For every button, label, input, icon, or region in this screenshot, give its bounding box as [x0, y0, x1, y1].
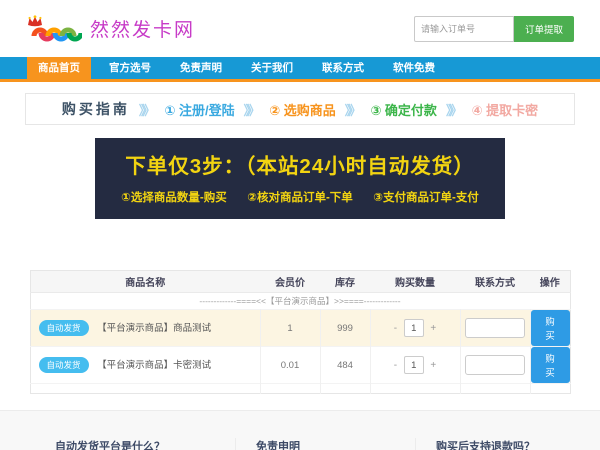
- top-header: 然然发卡网 订单提取: [0, 0, 600, 57]
- header-contact: 联系方式: [460, 271, 530, 293]
- buy-button[interactable]: 购买: [531, 347, 570, 383]
- quantity-decrease-button[interactable]: -: [390, 360, 401, 371]
- main-nav: 商品首页 官方选号 免责声明 关于我们 联系方式 软件免费: [0, 57, 600, 82]
- banner-headline: 下单仅3步：（本站24小时自动发货）: [95, 149, 505, 179]
- chevron-icon: 》》: [345, 100, 362, 119]
- nav-item-contact[interactable]: 联系方式: [311, 57, 375, 79]
- guide-step-register: ① 注册/登陆: [164, 100, 234, 119]
- chevron-icon: 》》: [446, 100, 463, 119]
- product-table: 商品名称 会员价 库存 购买数量 联系方式 操作 -------------==…: [30, 270, 571, 394]
- header-action: 操作: [530, 271, 570, 293]
- quantity-decrease-button[interactable]: -: [390, 323, 401, 334]
- header-member-price: 会员价: [260, 271, 320, 293]
- banner-step-3: ③支付商品订单-支付: [373, 192, 479, 204]
- promo-banner: 下单仅3步：（本站24小时自动发货） ①选择商品数量-购买 ②核对商品订单-下单…: [95, 138, 505, 219]
- order-number-input[interactable]: [414, 16, 514, 42]
- header-stock: 库存: [320, 271, 370, 293]
- category-row: -------------====<<【平台演示商品】>>====-------…: [30, 293, 570, 310]
- footer-col-refund: 购买后支持退款吗？ 到目前为止，市面上任何一家虚拟商品购买平台都不 支持退款政策…: [415, 438, 575, 450]
- empty-row: [30, 384, 570, 394]
- site-title: 然然发卡网: [90, 15, 195, 42]
- footer: 自动发货平台是什么？ 自动发货平台是一个自动售卖的平台，旨在为各工作 室以及广大…: [0, 410, 600, 450]
- quantity-input[interactable]: [404, 356, 424, 374]
- site-logo[interactable]: 然然发卡网: [26, 15, 195, 43]
- buy-button[interactable]: 购买: [531, 310, 570, 346]
- auto-delivery-badge: 自动发货: [39, 320, 89, 336]
- quantity-increase-button[interactable]: +: [426, 360, 440, 371]
- footer-col-disclaimer: 免责申明 请您购得卡密以后，不要用作任何违法途径，或者用 作不法犯罪活动，本公司…: [235, 438, 395, 450]
- nav-item-home[interactable]: 商品首页: [27, 57, 91, 79]
- page: 然然发卡网 订单提取 商品首页 官方选号 免责声明 关于我们 联系方式 软件免费…: [0, 0, 600, 450]
- order-extract-button[interactable]: 订单提取: [514, 16, 574, 42]
- contact-input[interactable]: [465, 355, 525, 375]
- nav-item-disclaimer[interactable]: 免责声明: [169, 57, 233, 79]
- header-product-name: 商品名称: [30, 271, 260, 293]
- guide-title: 购买指南: [62, 99, 130, 119]
- quantity-increase-button[interactable]: +: [426, 323, 440, 334]
- chevron-icon: 》》: [244, 100, 261, 119]
- purchase-guide: 购买指南 》》 ① 注册/登陆 》》 ② 选购商品 》》 ③ 确定付款 》》 ④…: [25, 93, 575, 125]
- table-header-row: 商品名称 会员价 库存 购买数量 联系方式 操作: [30, 271, 570, 293]
- member-price: 1: [260, 310, 320, 347]
- product-row: 自动发货 【平台演示商品】商品测试 1 999 - + 购买: [30, 310, 570, 347]
- product-name: 【平台演示商品】卡密测试: [97, 360, 211, 371]
- contact-input[interactable]: [465, 318, 525, 338]
- stock-count: 484: [320, 347, 370, 384]
- stock-count: 999: [320, 310, 370, 347]
- banner-step-2: ②核对商品订单-下单: [247, 192, 353, 204]
- order-search: 订单提取: [414, 16, 574, 42]
- banner-steps: ①选择商品数量-购买 ②核对商品订单-下单 ③支付商品订单-支付: [95, 188, 505, 206]
- nav-item-software[interactable]: 软件免费: [382, 57, 446, 79]
- footer-col-what-is: 自动发货平台是什么？ 自动发货平台是一个自动售卖的平台，旨在为各工作 室以及广大…: [55, 438, 215, 450]
- footer-title: 自动发货平台是什么？: [55, 438, 215, 450]
- member-price: 0.01: [260, 347, 320, 384]
- product-row: 自动发货 【平台演示商品】卡密测试 0.01 484 - + 购买: [30, 347, 570, 384]
- guide-step-extract: ④ 提取卡密: [471, 100, 538, 119]
- banner-step-1: ①选择商品数量-购买: [121, 192, 227, 204]
- product-name: 【平台演示商品】商品测试: [97, 323, 211, 334]
- category-label: -------------====<<【平台演示商品】>>====-------…: [30, 293, 570, 310]
- guide-step-select: ② 选购商品: [269, 100, 336, 119]
- footer-title: 免责申明: [256, 438, 395, 450]
- guide-step-pay: ③ 确定付款: [370, 100, 437, 119]
- quantity-input[interactable]: [404, 319, 424, 337]
- nav-item-official[interactable]: 官方选号: [98, 57, 162, 79]
- chevron-icon: 》》: [139, 100, 156, 119]
- footer-title: 购买后支持退款吗？: [436, 438, 575, 450]
- header-quantity: 购买数量: [370, 271, 460, 293]
- nav-item-about[interactable]: 关于我们: [240, 57, 304, 79]
- logo-rings-icon: [26, 15, 82, 43]
- auto-delivery-badge: 自动发货: [39, 357, 89, 373]
